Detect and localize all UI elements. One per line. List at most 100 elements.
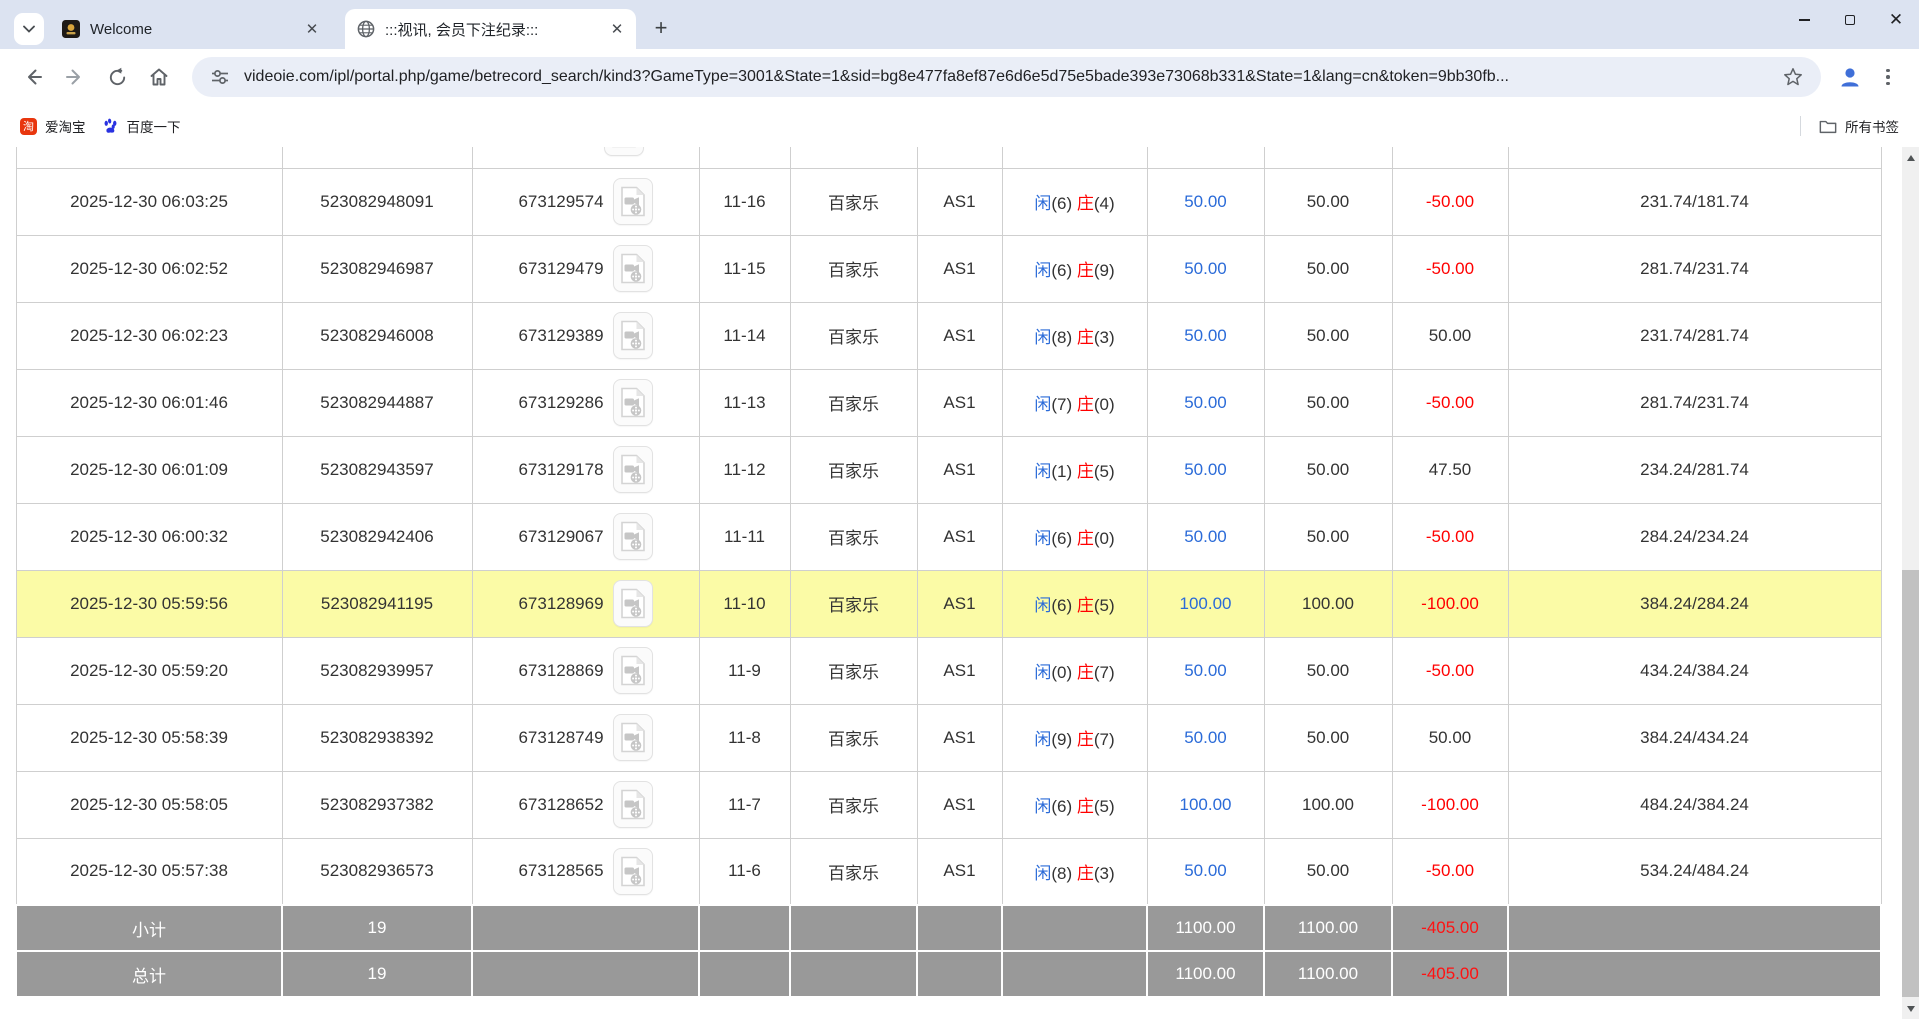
cell-win-loss: -100.00 [1392, 771, 1508, 838]
banker-score: (5) [1094, 462, 1115, 481]
cell-bet-amount: 100.00 [1147, 771, 1264, 838]
cell-game-result: 闲(1) 庄(5) [1002, 436, 1147, 503]
cell-table-round: 11-6 [699, 838, 790, 905]
cell-seat: AS1 [917, 235, 1002, 302]
video-replay-button[interactable] [613, 781, 653, 828]
forward-button[interactable] [58, 60, 92, 94]
player-score: (6) [1051, 194, 1077, 213]
cell-empty [1002, 147, 1147, 168]
cell-game-result: 闲(6) 庄(0) [1002, 503, 1147, 570]
table-row: 2025-12-30 05:57:38 523082936573 6731285… [16, 838, 1881, 905]
video-replay-button[interactable] [613, 379, 653, 426]
cell-bet-id: 523082941195 [282, 570, 472, 637]
cell-valid-amount: 50.00 [1264, 235, 1392, 302]
game-id-text: 673129286 [518, 393, 603, 413]
tab-strip: Welcome ✕ :::视讯, 会员下注纪录::: ✕ + ✕ [0, 0, 1919, 49]
cell-game-id: 673128969 [472, 570, 699, 637]
minimize-icon [1799, 19, 1810, 21]
cell-table-round: 11-9 [699, 637, 790, 704]
video-replay-button[interactable] [613, 848, 653, 895]
cell-bet-amount: 50.00 [1147, 235, 1264, 302]
cell-balance: 384.24/284.24 [1508, 570, 1881, 637]
tab-close-icon[interactable]: ✕ [303, 20, 321, 38]
tab-bet-record[interactable]: :::视讯, 会员下注纪录::: ✕ [345, 9, 636, 49]
bookmark-baidu[interactable]: 百度一下 [94, 111, 189, 141]
video-file-icon [620, 722, 646, 753]
cell-game-type: 百家乐 [790, 503, 917, 570]
window-controls: ✕ [1781, 0, 1919, 40]
cell-balance: 231.74/181.74 [1508, 168, 1881, 235]
video-file-icon [611, 147, 637, 148]
maximize-button[interactable] [1827, 0, 1873, 40]
video-replay-button[interactable] [613, 245, 653, 292]
summary-label: 总计 [16, 951, 282, 997]
cell-bet-time: 2025-12-30 06:03:25 [16, 168, 282, 235]
video-file-icon [620, 320, 646, 351]
cell-win-loss: -50.00 [1392, 235, 1508, 302]
cell-win-loss: 50.00 [1392, 704, 1508, 771]
bookmark-aitaobao[interactable]: 淘 爱淘宝 [12, 111, 94, 141]
video-replay-button[interactable] [613, 714, 653, 761]
cell-seat: AS1 [917, 302, 1002, 369]
browser-menu-button[interactable] [1871, 60, 1905, 94]
video-replay-button[interactable] [613, 580, 653, 627]
video-replay-button[interactable] [613, 312, 653, 359]
cell-empty [472, 147, 699, 168]
cell-balance: 484.24/384.24 [1508, 771, 1881, 838]
cell-game-id: 673129389 [472, 302, 699, 369]
back-arrow-icon [22, 66, 44, 88]
bookmark-label: 百度一下 [127, 116, 181, 136]
reload-button[interactable] [100, 60, 134, 94]
cell-bet-id: 523082944887 [282, 369, 472, 436]
kebab-icon [1886, 75, 1890, 79]
banker-label: 庄 [1077, 328, 1094, 347]
cell-balance: 281.74/231.74 [1508, 369, 1881, 436]
banker-score: (7) [1094, 663, 1115, 682]
player-label: 闲 [1034, 395, 1051, 414]
triangle-down-icon [1907, 1006, 1915, 1012]
cell-balance: 434.24/384.24 [1508, 637, 1881, 704]
home-button[interactable] [142, 60, 176, 94]
cell-valid-amount: 50.00 [1264, 436, 1392, 503]
page-scrollbar[interactable] [1902, 147, 1919, 1019]
summary-label: 小计 [16, 905, 282, 951]
video-replay-button[interactable] [613, 178, 653, 225]
cell-empty [1147, 147, 1264, 168]
bookmark-star-button[interactable] [1779, 63, 1807, 91]
video-file-icon [620, 856, 646, 887]
banker-label: 庄 [1077, 663, 1094, 682]
video-replay-button[interactable] [613, 446, 653, 493]
cell-empty [699, 147, 790, 168]
url-bar[interactable]: videoie.com/ipl/portal.php/game/betrecor… [192, 57, 1821, 97]
cell-seat: AS1 [917, 436, 1002, 503]
cell-empty [917, 147, 1002, 168]
summary-win-loss-total: -405.00 [1392, 951, 1508, 997]
video-replay-button[interactable] [604, 147, 644, 156]
cell-bet-time: 2025-12-30 06:01:09 [16, 436, 282, 503]
close-button[interactable]: ✕ [1873, 0, 1919, 40]
video-replay-button[interactable] [613, 513, 653, 560]
profile-button[interactable] [1833, 60, 1867, 94]
video-replay-button[interactable] [613, 647, 653, 694]
tab-search-button[interactable] [14, 13, 44, 45]
tab-welcome[interactable]: Welcome ✕ [50, 9, 331, 49]
cell-balance: 534.24/484.24 [1508, 838, 1881, 905]
scrollbar-down-arrow[interactable] [1902, 1001, 1919, 1017]
site-settings-tune-icon[interactable] [206, 63, 234, 91]
cell-bet-amount: 50.00 [1147, 369, 1264, 436]
back-button[interactable] [16, 60, 50, 94]
cell-game-result: 闲(0) 庄(7) [1002, 637, 1147, 704]
scrollbar-up-arrow[interactable] [1902, 150, 1919, 166]
scrollbar-thumb[interactable] [1902, 570, 1919, 997]
summary-empty [1002, 951, 1147, 997]
cell-game-type: 百家乐 [790, 369, 917, 436]
new-tab-button[interactable]: + [646, 13, 676, 43]
all-bookmarks-button[interactable]: 所有书签 [1811, 111, 1907, 141]
baidu-paw-icon [102, 118, 119, 135]
minimize-button[interactable] [1781, 0, 1827, 40]
triangle-up-icon [1907, 155, 1915, 161]
url-text[interactable]: videoie.com/ipl/portal.php/game/betrecor… [244, 68, 1779, 86]
table-row: 2025-12-30 06:02:23 523082946008 6731293… [16, 302, 1881, 369]
cell-bet-amount: 100.00 [1147, 570, 1264, 637]
tab-close-icon[interactable]: ✕ [608, 20, 626, 38]
